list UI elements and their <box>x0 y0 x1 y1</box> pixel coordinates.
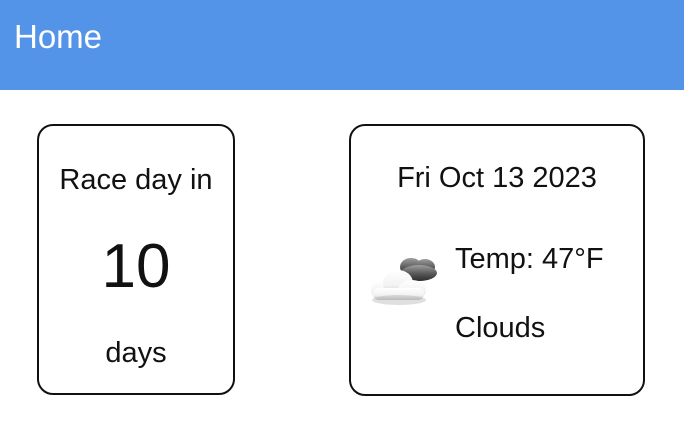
race-countdown-card: Race day in 10 days <box>37 124 235 395</box>
weather-temperature: Temp: 47°F <box>455 243 604 275</box>
weather-date: Fri Oct 13 2023 <box>397 162 597 194</box>
countdown-unit-label: days <box>105 337 167 369</box>
cloud-icon <box>371 258 437 305</box>
page-title: Home <box>14 18 103 55</box>
weather-card: Fri Oct 13 2023 Temp: 47°F Clouds <box>349 124 645 396</box>
countdown-label: Race day in <box>59 164 213 196</box>
countdown-days-value: 10 <box>101 232 171 301</box>
weather-condition: Clouds <box>455 312 546 344</box>
top-bar: Home <box>0 0 684 90</box>
